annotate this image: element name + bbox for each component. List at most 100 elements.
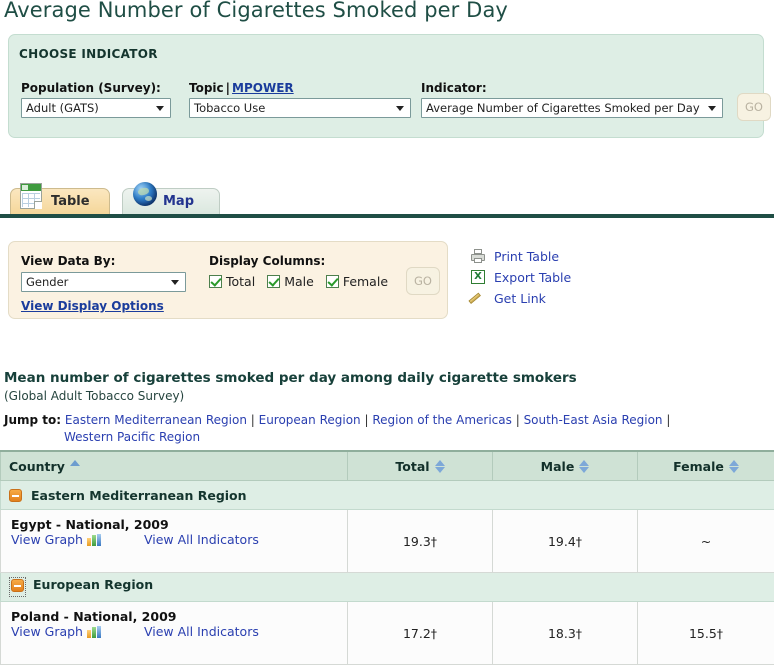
view-go-button[interactable]: GO xyxy=(406,267,440,295)
tab-table-label: Table xyxy=(51,194,90,209)
topic-label-text: Topic xyxy=(189,81,224,95)
total-value-poland: 17.2† xyxy=(348,602,493,665)
checkbox-total[interactable] xyxy=(209,275,222,288)
region-row-cell[interactable]: European Region xyxy=(1,573,774,602)
sort-ascending-icon[interactable] xyxy=(70,460,80,473)
page-title: Average Number of Cigarettes Smoked per … xyxy=(4,0,770,28)
view-graph-link-egypt[interactable]: View Graph xyxy=(11,532,83,547)
table-row: Egypt - National, 2009 View Graph View Al… xyxy=(1,510,774,573)
spreadsheet-icon xyxy=(17,178,47,210)
indicator-select[interactable]: Average Number of Cigarettes Smoked per … xyxy=(421,98,723,118)
indicator-field: Indicator: Average Number of Cigarettes … xyxy=(421,81,723,118)
printer-icon xyxy=(470,248,486,264)
table-section-subtitle: (Global Adult Tobacco Survey) xyxy=(4,389,184,403)
collapse-icon-focus-ring xyxy=(9,577,26,597)
region-row-european[interactable]: European Region xyxy=(1,573,774,602)
link-icon xyxy=(470,290,486,306)
total-value-egypt: 19.3† xyxy=(348,510,493,573)
male-value-egypt: 19.4† xyxy=(493,510,638,573)
bar-chart-icon[interactable] xyxy=(87,626,102,638)
row-links-egypt: View Graph View All Indicators xyxy=(11,532,259,547)
mpower-link[interactable]: MPOWER xyxy=(232,81,294,95)
male-value-poland: 18.3† xyxy=(493,602,638,665)
excel-icon: X xyxy=(470,269,486,285)
view-data-by-label: View Data By: xyxy=(21,254,115,268)
country-cell-egypt: Egypt - National, 2009 View Graph View Al… xyxy=(1,510,348,573)
globe-icon xyxy=(129,178,159,210)
chevron-down-icon xyxy=(156,106,164,111)
table-header-row: Country Total Male Female xyxy=(1,451,774,481)
view-all-indicators-link-egypt[interactable]: View All Indicators xyxy=(144,532,259,547)
collapse-icon[interactable] xyxy=(9,489,22,502)
sort-icon[interactable] xyxy=(579,460,589,473)
column-header-male-label: Male xyxy=(541,459,575,474)
chevron-down-icon xyxy=(708,106,716,111)
region-name-eastern-mediterranean: Eastern Mediterranean Region xyxy=(31,488,247,503)
indicator-go-button[interactable]: GO xyxy=(737,93,771,121)
jump-link-south-east-asia[interactable]: South-East Asia Region xyxy=(524,413,663,427)
topic-select-value: Tobacco Use xyxy=(194,101,265,115)
bar-chart-icon[interactable] xyxy=(87,534,102,546)
topic-select[interactable]: Tobacco Use xyxy=(189,98,411,118)
checkbox-female[interactable] xyxy=(326,275,339,288)
chevron-down-icon xyxy=(171,280,179,285)
view-display-options-link[interactable]: View Display Options xyxy=(21,299,164,313)
population-select-value: Adult (GATS) xyxy=(26,101,99,115)
tab-table[interactable]: Table xyxy=(10,188,110,214)
view-data-by-value: Gender xyxy=(26,275,68,289)
column-header-male[interactable]: Male xyxy=(493,451,638,481)
jump-link-western-pacific[interactable]: Western Pacific Region xyxy=(64,430,200,444)
page-root: Average Number of Cigarettes Smoked per … xyxy=(0,0,774,632)
jump-link-eastern-mediterranean[interactable]: Eastern Mediterranean Region xyxy=(65,413,247,427)
checkbox-total-label: Total xyxy=(226,274,255,289)
tab-strip: Table Map xyxy=(0,176,774,218)
view-data-by-select[interactable]: Gender xyxy=(21,272,186,292)
data-table: Country Total Male Female Eastern Medite… xyxy=(0,450,774,665)
population-field: Population (Survey): Adult (GATS) xyxy=(21,81,171,118)
export-table-action[interactable]: X Export Table xyxy=(470,267,670,287)
population-select[interactable]: Adult (GATS) xyxy=(21,98,171,118)
export-table-label: Export Table xyxy=(494,270,571,285)
indicator-select-value: Average Number of Cigarettes Smoked per … xyxy=(426,101,700,115)
indicator-label: Indicator: xyxy=(421,81,723,95)
region-row-eastern-mediterranean[interactable]: Eastern Mediterranean Region xyxy=(1,481,774,510)
jump-to-nav: Jump to: Eastern Mediterranean Region | … xyxy=(4,412,770,446)
get-link-label: Get Link xyxy=(494,291,546,306)
country-name-egypt: Egypt - National, 2009 xyxy=(11,517,337,532)
column-header-female[interactable]: Female xyxy=(638,451,774,481)
country-name-poland: Poland - National, 2009 xyxy=(11,609,337,624)
print-table-action[interactable]: Print Table xyxy=(470,246,670,266)
display-columns-label: Display Columns: xyxy=(209,254,325,268)
get-link-action[interactable]: Get Link xyxy=(470,288,670,308)
chevron-down-icon xyxy=(396,106,404,111)
display-columns-checkbox-group: Total Male Female xyxy=(209,274,396,289)
jump-link-european[interactable]: European Region xyxy=(259,413,361,427)
sort-icon[interactable] xyxy=(729,460,739,473)
column-header-country[interactable]: Country xyxy=(1,451,348,481)
topic-field: Topic|MPOWER Tobacco Use xyxy=(189,81,411,118)
tab-map-label: Map xyxy=(163,194,194,209)
panel-heading: CHOOSE INDICATOR xyxy=(19,47,158,61)
column-header-total[interactable]: Total xyxy=(348,451,493,481)
view-go-label: GO xyxy=(414,274,432,288)
topic-label: Topic|MPOWER xyxy=(189,81,411,95)
region-name-european: European Region xyxy=(33,577,153,592)
checkbox-male[interactable] xyxy=(267,275,280,288)
table-actions: Print Table X Export Table Get Link xyxy=(470,246,670,309)
column-header-country-label: Country xyxy=(9,459,65,474)
tab-map[interactable]: Map xyxy=(122,188,220,214)
print-table-label: Print Table xyxy=(494,249,559,264)
topic-separator: | xyxy=(224,81,232,95)
sort-icon[interactable] xyxy=(435,460,445,473)
choose-indicator-panel: CHOOSE INDICATOR Population (Survey): Ad… xyxy=(8,34,764,138)
checkbox-male-label: Male xyxy=(284,274,314,289)
collapse-icon[interactable] xyxy=(11,579,24,592)
tab-baseline xyxy=(0,214,774,218)
population-label: Population (Survey): xyxy=(21,81,171,95)
region-row-cell[interactable]: Eastern Mediterranean Region xyxy=(1,481,774,510)
table-section-title: Mean number of cigarettes smoked per day… xyxy=(4,370,577,386)
view-options-panel: View Data By: Gender View Display Option… xyxy=(8,241,448,319)
indicator-go-label: GO xyxy=(745,100,763,114)
jump-link-americas[interactable]: Region of the Americas xyxy=(372,413,512,427)
female-value-egypt: ~ xyxy=(638,510,774,573)
